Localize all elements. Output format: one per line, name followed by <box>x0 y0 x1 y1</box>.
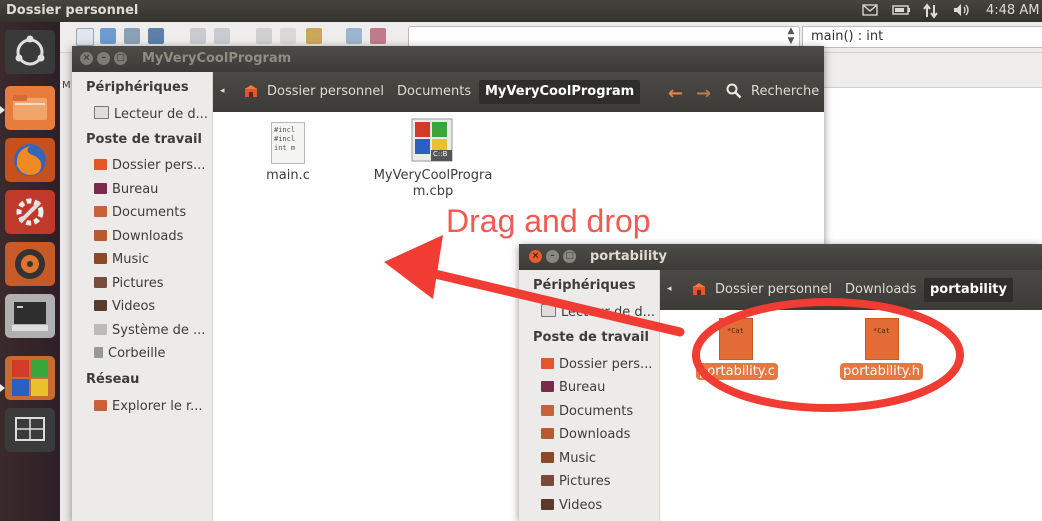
drag-arrow-head <box>384 235 443 299</box>
drag-arrow-shaft <box>430 269 685 337</box>
drag-and-drop-label: Drag and drop <box>446 203 651 239</box>
highlight-ellipse <box>692 298 964 412</box>
annotation-overlay <box>384 235 964 412</box>
